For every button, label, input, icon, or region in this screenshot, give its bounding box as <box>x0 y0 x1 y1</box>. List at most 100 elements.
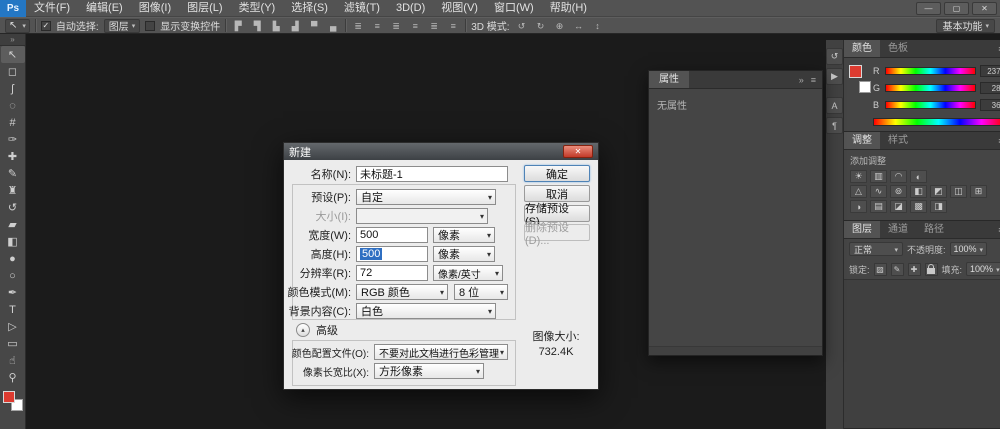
tab-color[interactable]: 颜色 <box>844 40 880 57</box>
paragraph-panel-icon[interactable]: ¶ <box>826 117 843 134</box>
auto-select-target-dropdown[interactable]: 图层 <box>104 19 141 33</box>
menu-image[interactable]: 图像(I) <box>131 0 179 17</box>
blend-mode-dropdown[interactable]: 正常 <box>849 242 903 256</box>
vibrance-icon[interactable]: △ <box>850 185 867 198</box>
distribute-bottom-icon[interactable]: ≣ <box>389 19 403 33</box>
type-tool[interactable]: T <box>1 301 25 318</box>
tab-properties[interactable]: 属性 <box>649 71 689 88</box>
distribute-vcenter-icon[interactable]: ≡ <box>370 19 384 33</box>
red-channel-value[interactable]: 237 <box>980 65 1000 77</box>
hue-saturation-icon[interactable]: ∿ <box>870 185 887 198</box>
foreground-color-swatch[interactable] <box>849 65 862 78</box>
menu-window[interactable]: 窗口(W) <box>486 0 542 17</box>
advanced-toggle-icon[interactable] <box>296 323 310 337</box>
lock-pixels-icon[interactable]: ✎ <box>891 263 904 276</box>
width-unit-dropdown[interactable]: 像素 <box>433 227 495 243</box>
blue-channel-slider[interactable] <box>885 101 976 109</box>
menu-select[interactable]: 选择(S) <box>283 0 336 17</box>
preset-dropdown[interactable]: 自定 <box>356 189 496 205</box>
align-hcenter-icon[interactable]: ▀ <box>307 19 321 33</box>
shape-tool[interactable]: ▭ <box>1 335 25 352</box>
channel-mixer-icon[interactable]: ◫ <box>950 185 967 198</box>
threshold-icon[interactable]: ◪ <box>890 200 907 213</box>
lock-transparent-icon[interactable]: ▨ <box>874 263 887 276</box>
align-right-icon[interactable]: ▄ <box>326 19 340 33</box>
green-channel-value[interactable]: 28 <box>980 82 1000 94</box>
crop-tool[interactable]: # <box>1 114 25 131</box>
background-color-swatch[interactable] <box>859 81 871 93</box>
layers-list[interactable] <box>844 279 1000 428</box>
tab-channels[interactable]: 通道 <box>880 221 916 238</box>
zoom-tool[interactable]: ⚲ <box>1 369 25 386</box>
bit-depth-dropdown[interactable]: 8 位 <box>454 284 508 300</box>
workspace-switcher[interactable]: 基本功能 <box>936 19 995 33</box>
tab-adjustments[interactable]: 调整 <box>844 132 880 149</box>
distribute-left-icon[interactable]: ≡ <box>408 19 422 33</box>
ok-button[interactable]: 确定 <box>524 165 590 182</box>
photo-filter-icon[interactable]: ◩ <box>930 185 947 198</box>
3d-slide-icon[interactable]: ↔ <box>572 19 586 33</box>
blue-channel-value[interactable]: 36 <box>980 99 1000 111</box>
black-white-icon[interactable]: ◧ <box>910 185 927 198</box>
selective-color-icon[interactable]: ◨ <box>930 200 947 213</box>
menu-view[interactable]: 视图(V) <box>433 0 486 17</box>
show-transform-checkbox[interactable] <box>145 21 155 31</box>
tab-layers[interactable]: 图层 <box>844 221 880 238</box>
dialog-close-button[interactable]: ✕ <box>563 145 593 158</box>
green-channel-slider[interactable] <box>885 84 976 92</box>
collapse-toolbar-icon[interactable]: » <box>0 34 25 46</box>
history-brush-tool[interactable]: ↺ <box>1 199 25 216</box>
dialog-titlebar[interactable]: 新建 ✕ <box>284 143 598 160</box>
healing-brush-tool[interactable]: ✚ <box>1 148 25 165</box>
height-input[interactable]: 500 <box>356 246 428 262</box>
tab-swatches[interactable]: 色板 <box>880 40 916 57</box>
color-ramp[interactable] <box>873 118 1000 126</box>
menu-filter[interactable]: 滤镜(T) <box>336 0 388 17</box>
align-left-icon[interactable]: ▟ <box>288 19 302 33</box>
tab-styles[interactable]: 样式 <box>880 132 916 149</box>
path-selection-tool[interactable]: ▷ <box>1 318 25 335</box>
posterize-icon[interactable]: ▤ <box>870 200 887 213</box>
3d-rotate-icon[interactable]: ↺ <box>515 19 529 33</box>
distribute-right-icon[interactable]: ≡ <box>446 19 460 33</box>
resolution-unit-dropdown[interactable]: 像素/英寸 <box>433 265 503 281</box>
align-vcenter-icon[interactable]: ▜ <box>250 19 264 33</box>
move-tool[interactable]: ↖ <box>1 46 25 63</box>
menu-help[interactable]: 帮助(H) <box>542 0 595 17</box>
hand-tool[interactable]: ☝ <box>1 352 25 369</box>
dodge-tool[interactable]: ○ <box>1 267 25 284</box>
levels-icon[interactable]: ▥ <box>870 170 887 183</box>
distribute-hcenter-icon[interactable]: ≣ <box>427 19 441 33</box>
menu-file[interactable]: 文件(F) <box>26 0 78 17</box>
panel-menu-icon[interactable]: ≡ <box>811 75 816 85</box>
name-input[interactable]: 未标题-1 <box>356 166 508 182</box>
clone-stamp-tool[interactable]: ♜ <box>1 182 25 199</box>
menu-layer[interactable]: 图层(L) <box>179 0 230 17</box>
gradient-map-icon[interactable]: ▩ <box>910 200 927 213</box>
3d-scale-icon[interactable]: ↕ <box>591 19 605 33</box>
background-contents-dropdown[interactable]: 白色 <box>356 303 496 319</box>
menu-type[interactable]: 类型(Y) <box>231 0 284 17</box>
tool-preset-button[interactable]: ↖ <box>5 19 30 33</box>
curves-icon[interactable]: ◠ <box>890 170 907 183</box>
actions-panel-icon[interactable]: ▶ <box>826 68 843 85</box>
3d-drag-icon[interactable]: ⊕ <box>553 19 567 33</box>
invert-icon[interactable]: ◑ <box>850 200 867 213</box>
auto-select-checkbox[interactable]: ✓ <box>41 21 51 31</box>
history-panel-icon[interactable]: ↺ <box>826 48 843 65</box>
pixel-aspect-dropdown[interactable]: 方形像素 <box>374 363 484 379</box>
width-input[interactable]: 500 <box>356 227 428 243</box>
eyedropper-tool[interactable]: ✑ <box>1 131 25 148</box>
opacity-value[interactable]: 100% <box>950 242 988 256</box>
blur-tool[interactable]: ● <box>1 250 25 267</box>
color-lookup-icon[interactable]: ⊞ <box>970 185 987 198</box>
foreground-color-swatch[interactable] <box>3 391 15 403</box>
lasso-tool[interactable]: ʃ <box>1 80 25 97</box>
collapse-panel-icon[interactable]: » <box>799 75 804 85</box>
red-channel-slider[interactable] <box>885 67 976 75</box>
menu-3d[interactable]: 3D(D) <box>388 0 433 17</box>
color-balance-icon[interactable]: ⊚ <box>890 185 907 198</box>
color-profile-dropdown[interactable]: 不要对此文档进行色彩管理 <box>374 344 508 360</box>
character-panel-icon[interactable]: A <box>826 97 843 114</box>
gradient-tool[interactable]: ◧ <box>1 233 25 250</box>
